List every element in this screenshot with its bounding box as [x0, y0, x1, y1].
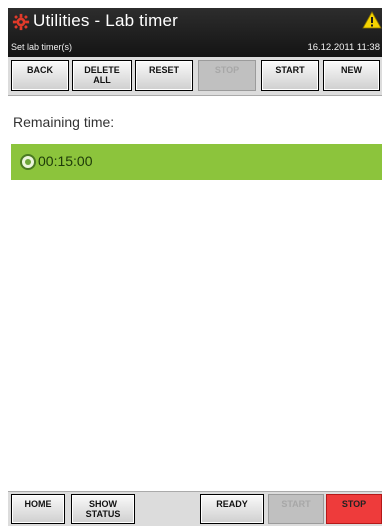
stop-button-disabled[interactable]: STOP — [198, 60, 256, 91]
back-button-label: BACK — [27, 65, 53, 75]
timer-radio-icon[interactable] — [20, 154, 36, 170]
back-button[interactable]: BACK — [11, 60, 69, 91]
settings-gear-icon — [12, 13, 30, 31]
start-button[interactable]: START — [261, 60, 319, 91]
new-button[interactable]: NEW — [323, 60, 380, 91]
top-toolbar: BACK DELETE ALL RESET STOP START NEW — [8, 57, 382, 96]
page-title: Utilities - Lab timer — [33, 11, 178, 30]
reset-button-label: RESET — [148, 65, 179, 75]
delete-all-line1: DELETE — [84, 65, 120, 75]
start-button-label: START — [275, 65, 305, 75]
page-subtitle: Set lab timer(s) — [11, 42, 73, 52]
title-bar: Utilities - Lab timer Set lab timer(s) 1… — [8, 8, 382, 57]
warning-triangle-icon[interactable] — [362, 11, 382, 29]
new-button-label: NEW — [341, 65, 362, 75]
timer-value: 00:15:00 — [38, 153, 93, 169]
ready-button[interactable]: READY — [200, 494, 264, 524]
show-status-button-label: SHOW STATUS — [86, 499, 121, 519]
reset-button[interactable]: RESET — [135, 60, 193, 91]
show-status-line1: SHOW — [88, 499, 117, 509]
show-status-button[interactable]: SHOW STATUS — [71, 494, 135, 524]
start-button-disabled[interactable]: START — [268, 494, 324, 524]
date-time: 16.12.2011 11:38 — [307, 42, 380, 53]
stop-button-label: STOP — [214, 65, 240, 75]
timer-row[interactable]: 00:15:00 — [11, 144, 382, 180]
delete-all-button-label: DELETE ALL — [84, 65, 120, 85]
delete-all-button[interactable]: DELETE ALL — [72, 60, 132, 91]
stop-button[interactable]: STOP — [326, 494, 382, 524]
delete-all-line2: ALL — [93, 75, 111, 85]
home-button[interactable]: HOME — [11, 494, 65, 524]
bottom-start-button-label: START — [281, 499, 311, 509]
remaining-time-label: Remaining time: — [13, 114, 115, 130]
bottom-toolbar: HOME SHOW STATUS READY START STOP — [8, 491, 382, 526]
ready-button-label: READY — [216, 499, 248, 509]
lab-timer-screen: Utilities - Lab timer Set lab timer(s) 1… — [8, 8, 382, 526]
bottom-stop-button-label: STOP — [341, 499, 367, 509]
home-button-label: HOME — [24, 499, 52, 509]
show-status-line2: STATUS — [85, 509, 121, 519]
